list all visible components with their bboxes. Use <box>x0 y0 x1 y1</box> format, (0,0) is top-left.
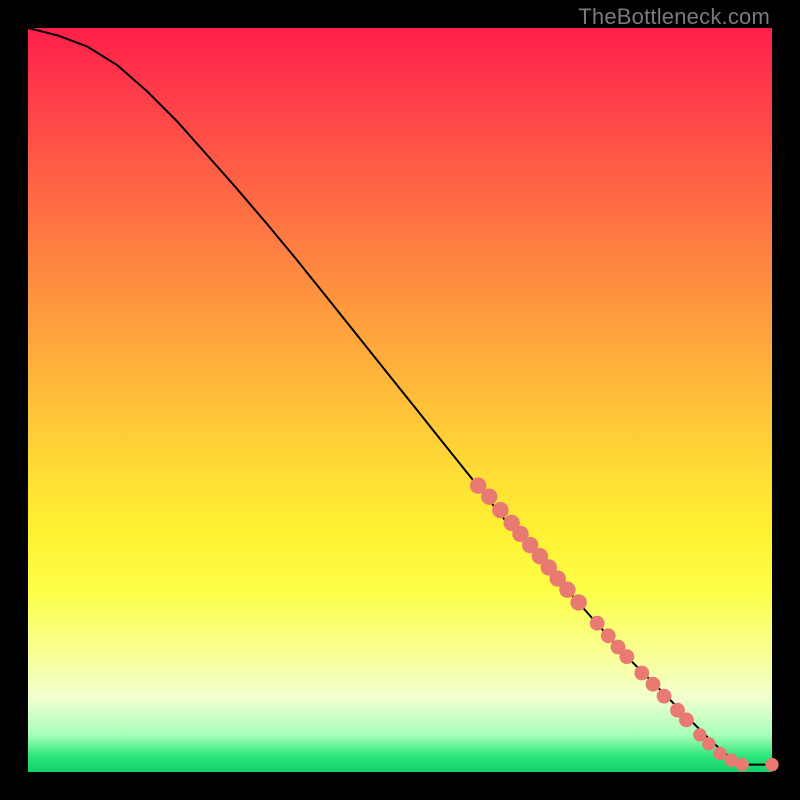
data-marker <box>679 713 694 728</box>
attribution-text: TheBottleneck.com <box>578 4 770 30</box>
marker-group <box>470 477 779 771</box>
data-marker <box>657 689 672 704</box>
data-marker <box>634 666 649 681</box>
data-marker <box>492 502 508 518</box>
data-marker <box>481 489 497 505</box>
data-marker <box>646 677 661 692</box>
data-marker <box>620 649 635 664</box>
data-marker <box>570 594 586 610</box>
data-marker <box>601 628 616 643</box>
data-marker <box>736 758 749 771</box>
data-marker <box>590 616 605 631</box>
chart-stage: TheBottleneck.com <box>0 0 800 800</box>
data-marker <box>559 582 575 598</box>
data-marker <box>713 747 726 760</box>
data-marker <box>765 758 778 771</box>
curve-line <box>28 28 772 765</box>
chart-svg <box>28 28 772 772</box>
plot-area <box>28 28 772 772</box>
data-marker <box>702 737 715 750</box>
